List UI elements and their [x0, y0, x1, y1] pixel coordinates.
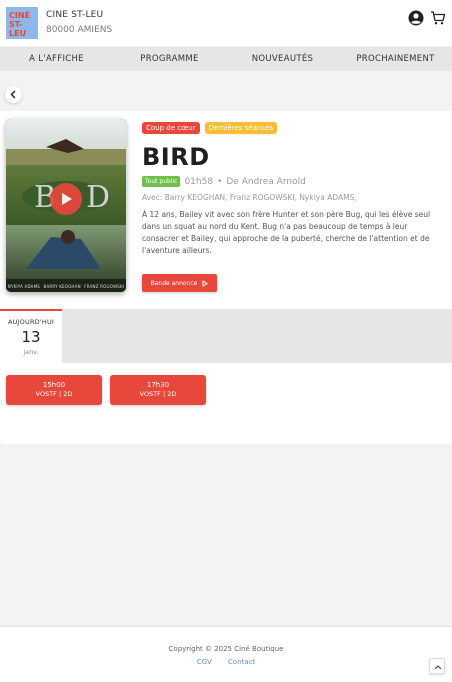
- date-selector: AUJOURD'HUI 13 janv.: [0, 309, 452, 363]
- movie-poster[interactable]: B D NYKIYA ADAMS BARRY KEOGHAN FRANZ ROG…: [6, 119, 126, 292]
- movie-card: B D NYKIYA ADAMS BARRY KEOGHAN FRANZ ROG…: [0, 111, 452, 444]
- showtime-button[interactable]: 15h00 VOSTF | 2D: [6, 375, 102, 405]
- play-icon[interactable]: [50, 183, 82, 215]
- tag-dernieres-seances: Dernières séances: [204, 122, 278, 134]
- svg-text:D: D: [86, 180, 110, 215]
- chevron-up-icon: [434, 665, 442, 670]
- poster-credit: FRANZ ROGOWSKI: [84, 284, 125, 289]
- date-label: AUJOURD'HUI: [7, 318, 55, 326]
- cinema-city: 80000 AMIENS: [46, 25, 113, 35]
- movie-meta: Tout public 01h58 • De Andrea Arnold: [142, 176, 306, 187]
- cart-icon[interactable]: [430, 10, 446, 26]
- svg-text:ST-: ST-: [9, 20, 22, 29]
- trailer-button-label: Bande annonce: [150, 279, 198, 287]
- user-circle-icon[interactable]: [408, 10, 424, 26]
- poster-credit: BARRY KEOGHAN: [43, 284, 81, 289]
- play-small-icon: [202, 279, 209, 287]
- movie-synopsis: À 12 ans, Bailey vit avec son frère Hunt…: [142, 210, 431, 255]
- site-footer: Copyright © 2025 Ciné Boutique CGV Conta…: [0, 626, 452, 682]
- cinema-logo[interactable]: CINÉ ST- LEU: [6, 7, 38, 39]
- date-tab-today[interactable]: AUJOURD'HUI 13 janv.: [0, 309, 62, 363]
- back-button[interactable]: [5, 86, 22, 103]
- movie-director: De Andrea Arnold: [226, 176, 306, 187]
- rating-badge: Tout public: [142, 176, 181, 187]
- showtime-version: VOSTF | 2D: [139, 390, 177, 398]
- showtime-time: 17h30: [146, 381, 170, 389]
- nav-item-prochainement[interactable]: PROCHAINEMENT: [339, 47, 452, 71]
- movie-tags: Coup de cœur Dernières séances: [142, 122, 278, 134]
- showtime-button[interactable]: 17h30 VOSTF | 2D: [110, 375, 206, 405]
- chevron-left-icon: [10, 90, 16, 99]
- site-header: CINÉ ST- LEU CINE ST-LEU 80000 AMIENS: [0, 0, 452, 46]
- svg-text:CINÉ: CINÉ: [9, 9, 30, 20]
- tag-coup-de-coeur: Coup de cœur: [142, 122, 200, 134]
- meta-separator: •: [217, 176, 223, 187]
- date-day: 13: [21, 328, 41, 346]
- nav-item-a-l-affiche[interactable]: A L'AFFICHE: [0, 47, 113, 71]
- copyright-text: Copyright © 2025 Ciné Boutique: [168, 645, 284, 653]
- nav-item-nouveautes[interactable]: NOUVEAUTÉS: [226, 47, 339, 71]
- footer-link-contact[interactable]: Contact: [228, 658, 255, 666]
- showtime-time: 15h00: [42, 381, 66, 389]
- date-month: janv.: [23, 348, 39, 356]
- movie-duration: 01h58: [184, 176, 214, 187]
- poster-credits: NYKIYA ADAMS BARRY KEOGHAN FRANZ ROGOWSK…: [6, 284, 126, 289]
- movie-cast: Avec: Barry KEOGHAN, Franz ROGOWSKI, Nyk…: [142, 193, 357, 202]
- movie-title: BIRD: [142, 143, 210, 171]
- showtime-version: VOSTF | 2D: [35, 390, 73, 398]
- cinema-name: CINE ST-LEU: [46, 10, 104, 20]
- scroll-top-button[interactable]: [429, 658, 445, 674]
- svg-text:LEU: LEU: [9, 29, 26, 38]
- nav-item-programme[interactable]: PROGRAMME: [113, 47, 226, 71]
- footer-links: CGV Contact: [0, 658, 452, 666]
- footer-link-cgv[interactable]: CGV: [197, 658, 212, 666]
- trailer-button[interactable]: Bande annonce: [142, 274, 217, 292]
- poster-credit: NYKIYA ADAMS: [7, 284, 41, 289]
- main-nav: A L'AFFICHE PROGRAMME NOUVEAUTÉS PROCHAI…: [0, 47, 452, 71]
